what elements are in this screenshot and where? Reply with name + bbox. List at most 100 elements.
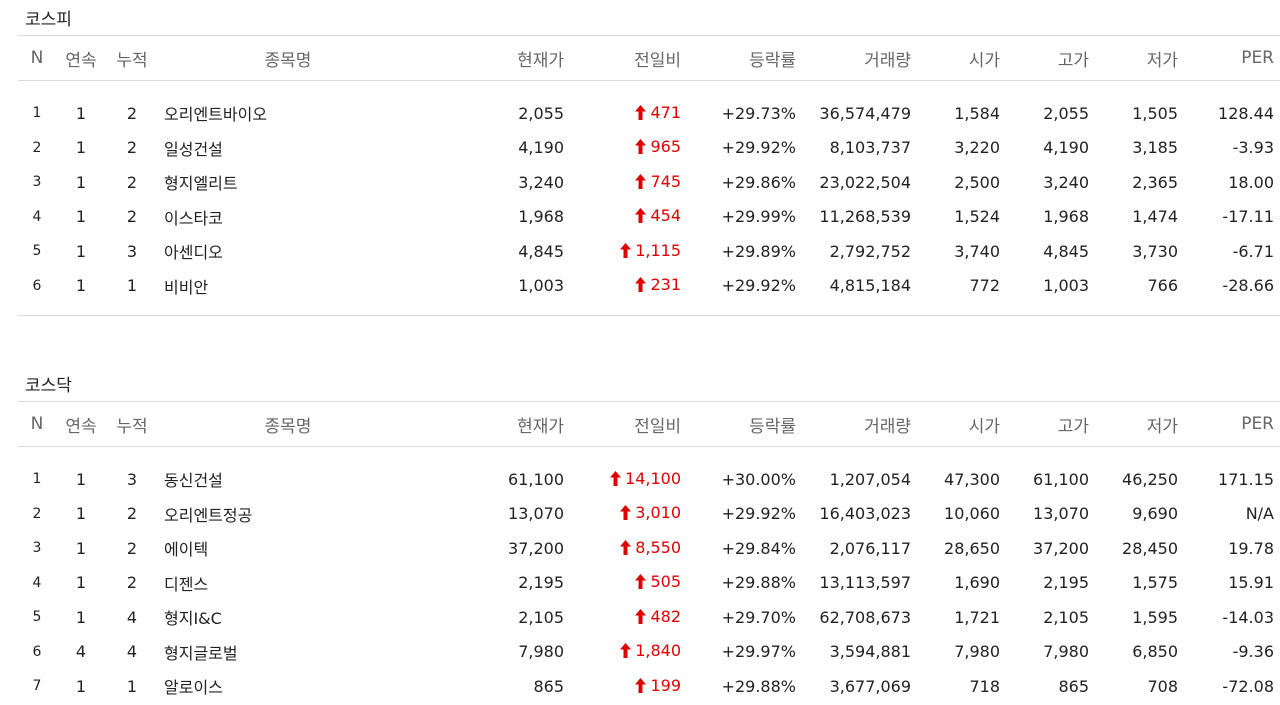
cumulative-cell: 2	[126, 573, 138, 593]
table-row[interactable]: 6 1 1 비비안 1,003 231 +29.92% 4,815,184 772 1,003 76…	[18, 269, 1280, 304]
table-row[interactable]: 1 1 3 동신건설 61,100 14,100 +30.00% 1,207,054 47,30…	[18, 462, 1280, 497]
high-cell: 7,980	[1043, 642, 1089, 662]
table-spacer	[18, 81, 1280, 97]
table-row[interactable]: 6 4 4 형지글로벌 7,980 1,840 +29.97% 3,594,881 7,980 7…	[18, 635, 1280, 670]
change-cell: 505	[570, 566, 687, 601]
table-row[interactable]: 3 1 2 에이텍 37,200 8,550 +29.84% 2,076,117 28,650 3…	[18, 531, 1280, 566]
stock-name-link[interactable]: 형지글로벌	[158, 635, 418, 670]
high-cell: 2,195	[1043, 573, 1089, 593]
stock-name-link[interactable]: 에이텍	[158, 531, 418, 566]
header-name[interactable]: 종목명	[158, 35, 418, 81]
stock-name-link[interactable]: 동신건설	[158, 462, 418, 497]
low-cell: 46,250	[1122, 469, 1178, 489]
stock-name-link[interactable]: 이스타코	[158, 200, 418, 235]
price-cell: 865	[533, 676, 564, 696]
header-streak[interactable]: 연속	[56, 35, 106, 81]
change-value: 471	[650, 102, 681, 122]
header-per[interactable]: PER	[1184, 35, 1280, 81]
header-n[interactable]: N	[18, 401, 56, 447]
table-row[interactable]: 4 1 2 이스타코 1,968 454 +29.99% 11,268,539 1,524 1,9…	[18, 200, 1280, 235]
stock-name-link[interactable]: 알로이스	[158, 669, 418, 704]
price-cell: 2,055	[518, 103, 564, 123]
kosdaq-table: N 연속 누적 종목명 현재가 전일비 등락률 거래량 시가 고가 저가 PER…	[18, 401, 1280, 704]
rate-cell: +29.92%	[721, 138, 796, 158]
up-arrow-icon	[635, 104, 647, 124]
low-cell: 1,474	[1132, 207, 1178, 227]
header-high[interactable]: 고가	[1006, 401, 1095, 447]
table-row[interactable]: 2 1 2 오리엔트정공 13,070 3,010 +29.92% 16,403,023 10,…	[18, 497, 1280, 532]
table-row[interactable]: 1 1 2 오리엔트바이오 2,055 471 +29.73% 36,574,479 1,584…	[18, 96, 1280, 131]
header-rate[interactable]: 등락률	[687, 401, 802, 447]
table-row[interactable]: 5 1 4 형지I&C 2,105 482 +29.70% 62,708,673 1,721 2,…	[18, 600, 1280, 635]
rank-cell: 1	[32, 105, 42, 122]
change-value: 505	[650, 572, 681, 592]
table-row[interactable]: 4 1 2 디젠스 2,195 505 +29.88% 13,113,597 1,690 2,19…	[18, 566, 1280, 601]
header-rate[interactable]: 등락률	[687, 35, 802, 81]
rank-cell: 5	[32, 609, 42, 626]
price-cell: 61,100	[508, 469, 564, 489]
streak-cell: 1	[75, 276, 87, 296]
header-volume[interactable]: 거래량	[802, 401, 917, 447]
volume-cell: 4,815,184	[829, 276, 911, 296]
header-volume[interactable]: 거래량	[802, 35, 917, 81]
header-price[interactable]: 현재가	[418, 35, 570, 81]
volume-cell: 2,076,117	[829, 538, 911, 558]
header-price[interactable]: 현재가	[418, 401, 570, 447]
header-n[interactable]: N	[18, 35, 56, 81]
high-cell: 13,070	[1033, 504, 1089, 524]
header-cumulative[interactable]: 누적	[106, 401, 158, 447]
change-cell: 1,115	[570, 234, 687, 269]
stock-name-link[interactable]: 비비안	[158, 269, 418, 304]
stock-name-link[interactable]: 오리엔트바이오	[158, 96, 418, 131]
stock-name-link[interactable]: 형지엘리트	[158, 165, 418, 200]
volume-cell: 13,113,597	[819, 573, 911, 593]
header-cumulative[interactable]: 누적	[106, 35, 158, 81]
header-low[interactable]: 저가	[1095, 35, 1184, 81]
cumulative-cell: 2	[126, 538, 138, 558]
high-cell: 37,200	[1033, 538, 1089, 558]
open-cell: 1,524	[954, 207, 1000, 227]
header-change[interactable]: 전일비	[570, 401, 687, 447]
low-cell: 28,450	[1122, 538, 1178, 558]
change-cell: 199	[570, 669, 687, 704]
open-cell: 47,300	[944, 469, 1000, 489]
header-name[interactable]: 종목명	[158, 401, 418, 447]
stock-name-link[interactable]: 아센디오	[158, 234, 418, 269]
per-cell: 18.00	[1228, 172, 1274, 192]
price-cell: 2,195	[518, 573, 564, 593]
open-cell: 772	[969, 276, 1000, 296]
header-change[interactable]: 전일비	[570, 35, 687, 81]
cumulative-cell: 2	[126, 138, 138, 158]
header-high[interactable]: 고가	[1006, 35, 1095, 81]
rate-cell: +29.70%	[721, 607, 796, 627]
change-value: 8,550	[635, 537, 681, 557]
change-value: 482	[650, 606, 681, 626]
table-row[interactable]: 7 1 1 알로이스 865 199 +29.88% 3,677,069 718 865 708 -7…	[18, 669, 1280, 704]
table-row[interactable]: 3 1 2 형지엘리트 3,240 745 +29.86% 23,022,504 2,500 3,…	[18, 165, 1280, 200]
streak-cell: 1	[75, 241, 87, 261]
table-row[interactable]: 2 1 2 일성건설 4,190 965 +29.92% 8,103,737 3,220 4,19…	[18, 131, 1280, 166]
per-cell: -72.08	[1222, 676, 1274, 696]
streak-cell: 1	[75, 469, 87, 489]
change-cell: 231	[570, 269, 687, 304]
header-per[interactable]: PER	[1184, 401, 1280, 447]
volume-cell: 3,677,069	[829, 676, 911, 696]
stock-name-link[interactable]: 오리엔트정공	[158, 497, 418, 532]
stock-name-link[interactable]: 디젠스	[158, 566, 418, 601]
header-open[interactable]: 시가	[917, 35, 1006, 81]
stock-name-link[interactable]: 형지I&C	[158, 600, 418, 635]
change-value: 965	[650, 137, 681, 157]
stock-name-link[interactable]: 일성건설	[158, 131, 418, 166]
header-open[interactable]: 시가	[917, 401, 1006, 447]
streak-cell: 1	[75, 538, 87, 558]
up-arrow-icon	[635, 608, 647, 628]
change-cell: 3,010	[570, 497, 687, 532]
table-row[interactable]: 5 1 3 아센디오 4,845 1,115 +29.89% 2,792,752 3,740 4,…	[18, 234, 1280, 269]
header-streak[interactable]: 연속	[56, 401, 106, 447]
change-value: 454	[650, 206, 681, 226]
kospi-table: N 연속 누적 종목명 현재가 전일비 등락률 거래량 시가 고가 저가 PER…	[18, 35, 1280, 316]
price-cell: 37,200	[508, 538, 564, 558]
low-cell: 2,365	[1132, 172, 1178, 192]
cumulative-cell: 3	[126, 469, 138, 489]
header-low[interactable]: 저가	[1095, 401, 1184, 447]
